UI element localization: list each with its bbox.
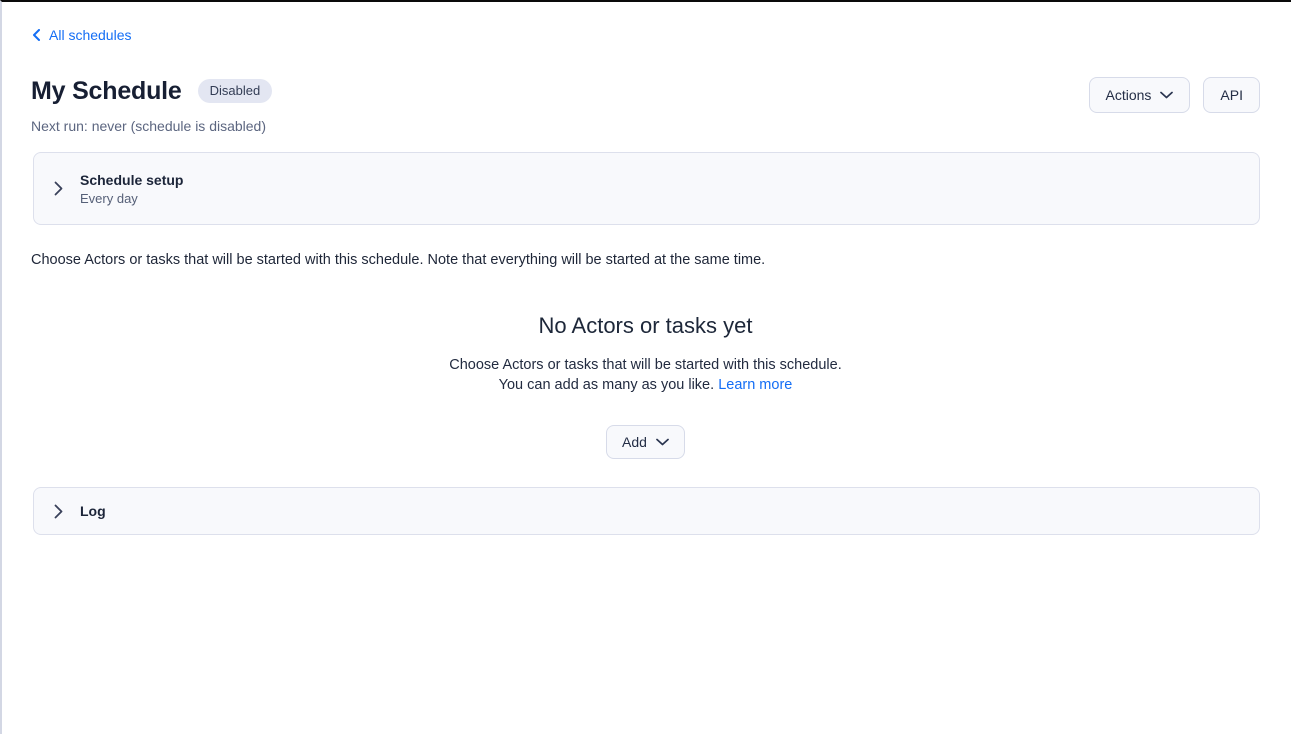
title-line: My Schedule Disabled: [31, 76, 272, 106]
schedule-setup-panel[interactable]: Schedule setup Every day: [33, 152, 1260, 225]
log-panel-title: Log: [80, 502, 106, 520]
add-button[interactable]: Add: [606, 425, 685, 459]
back-to-all-schedules-link[interactable]: All schedules: [31, 26, 132, 44]
main-content: All schedules My Schedule Disabled Next …: [2, 2, 1291, 535]
add-button-row: Add: [31, 425, 1260, 459]
empty-state: No Actors or tasks yet Choose Actors or …: [31, 312, 1260, 459]
empty-state-line1: Choose Actors or tasks that will be star…: [31, 355, 1260, 375]
page-title: My Schedule: [31, 76, 182, 106]
page-header-actions: Actions API: [1089, 77, 1261, 113]
chevron-left-icon: [31, 29, 42, 41]
page-viewport: All schedules My Schedule Disabled Next …: [0, 0, 1291, 734]
actions-button-label: Actions: [1106, 88, 1152, 102]
chevron-down-icon: [1160, 91, 1173, 99]
chevron-right-icon: [54, 504, 63, 519]
actions-button[interactable]: Actions: [1089, 77, 1191, 113]
api-button-label: API: [1220, 88, 1243, 102]
chevron-down-icon: [656, 438, 669, 446]
schedule-description-text: Choose Actors or tasks that will be star…: [31, 251, 1260, 270]
empty-state-line2: You can add as many as you like.: [499, 377, 715, 393]
schedule-setup-title: Schedule setup: [80, 171, 183, 189]
learn-more-link[interactable]: Learn more: [718, 377, 792, 393]
empty-state-title: No Actors or tasks yet: [31, 312, 1260, 339]
empty-state-line2-row: You can add as many as you like. Learn m…: [31, 375, 1260, 395]
api-button[interactable]: API: [1203, 77, 1260, 113]
status-badge: Disabled: [198, 79, 273, 103]
schedule-setup-text: Schedule setup Every day: [80, 171, 183, 207]
add-button-label: Add: [622, 435, 647, 449]
empty-state-body: Choose Actors or tasks that will be star…: [31, 355, 1260, 395]
page-header-left: My Schedule Disabled Next run: never (sc…: [31, 76, 272, 135]
back-link-label: All schedules: [49, 26, 132, 44]
log-panel[interactable]: Log: [33, 487, 1260, 535]
chevron-right-icon: [54, 181, 63, 196]
page-header: My Schedule Disabled Next run: never (sc…: [31, 76, 1260, 135]
next-run-text: Next run: never (schedule is disabled): [31, 117, 272, 135]
schedule-setup-subtitle: Every day: [80, 190, 183, 207]
